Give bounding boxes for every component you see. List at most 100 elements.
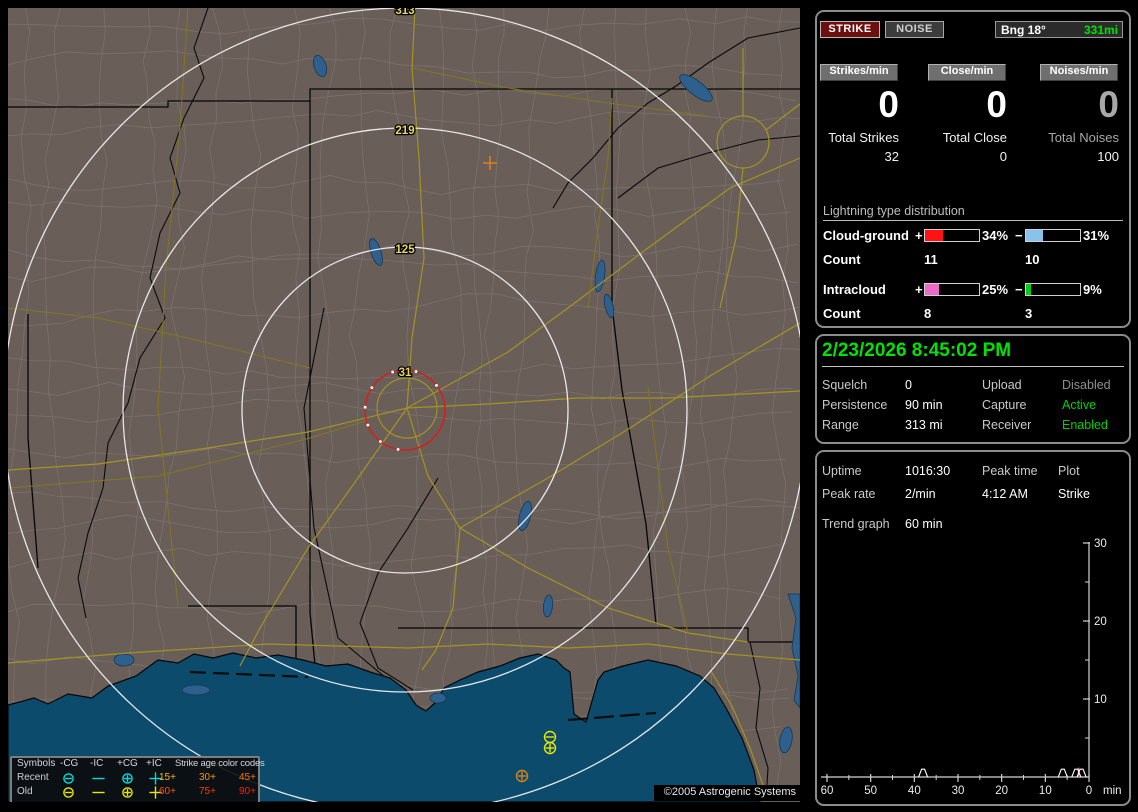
trend-graph-label: Trend graph [822,517,890,531]
noises-per-min-value: 0 [1098,84,1119,125]
total-strikes-label: Total Strikes [828,130,899,145]
peak-rate-value: 2/min [905,487,936,501]
old-pos-cg-icon [121,786,134,799]
count-label: Count [823,306,861,321]
legend-old-label: Old [17,786,33,797]
range-ring-label-125: 125 [395,244,415,256]
plot-mode-value: Strike [1058,487,1090,501]
svg-text:0: 0 [1086,785,1092,797]
strike-stats-panel: STRIKE NOISE Bng 18° 331mi Strikes/min 0… [815,10,1131,328]
peak-time-value: 4:12 AM [982,487,1028,501]
old-neg-cg-icon [62,786,75,799]
peak-rate-label: Peak rate [822,487,876,501]
age-badge-90: 90+ [239,786,256,797]
persistence-value: 90 min [905,398,943,412]
trend-panel: Uptime 1016:30 Peak time Plot Peak rate … [815,450,1131,806]
persistence-label: Persistence [822,398,888,412]
map-canvas[interactable]: 313 219 125 31 Symbols -CG -IC +CG +IC Stri… [8,8,800,802]
capture-label: Capture [982,398,1027,412]
age-badge-60: 60+ [159,786,176,797]
age-badge-75: 75+ [199,786,216,797]
strikes-per-min-value: 0 [878,84,899,125]
lightning-map: 313 219 125 31 [8,8,800,802]
legend-header: Symbols -CG -IC +CG +IC Strike age color… [12,758,265,772]
intracloud-label: Intracloud [823,282,886,297]
total-noises-label: Total Noises [1048,130,1119,145]
range-ring-label-219: 219 [395,125,414,137]
pos-ic-count: 8 [924,306,932,321]
age-badge-45: 45+ [239,772,256,783]
svg-text:60: 60 [821,785,834,797]
legend-row-recent: Recent 15+ 30+ 45+ [12,772,258,786]
squelch-value: 0 [905,378,912,392]
legend-symbols-label: Symbols [17,758,56,769]
cloud-ground-count-row: Count 11 10 [817,252,1129,267]
svg-text:min: min [1103,785,1122,797]
cloud-ground-label: Cloud-ground [823,228,909,243]
legend-recent-label: Recent [17,772,49,783]
legend-col-pos-ic: +IC [146,758,162,769]
range-label: Range [822,418,859,432]
noise-button[interactable]: NOISE [885,21,944,38]
neg-ic-percent: 9% [1083,282,1102,297]
status-row-range: Range 313 mi Receiver Enabled [817,418,1129,433]
strikes-per-min-button[interactable]: Strikes/min [820,64,898,81]
trend-graph-window: 60 min [905,517,943,531]
age-badge-30: 30+ [199,772,216,783]
svg-text:30: 30 [952,785,965,797]
svg-text:20: 20 [1094,616,1107,628]
legend-col-neg-ic: -IC [90,758,104,769]
bearing-distance: 331mi [1083,23,1118,37]
pos-cg-bar [924,229,980,242]
neg-cg-percent: 31% [1083,228,1110,243]
legend-col-neg-cg: -CG [60,758,79,769]
svg-text:20: 20 [995,785,1008,797]
status-row-squelch: Squelch 0 Upload Disabled [817,378,1129,393]
neg-ic-count: 3 [1025,306,1033,321]
range-ring-label-313: 313 [395,8,414,17]
squelch-label: Squelch [822,378,868,392]
total-noises-value: 100 [1097,149,1119,164]
intracloud-row: Intracloud + 25% − 9% [817,282,1129,297]
noises-per-min-button[interactable]: Noises/min [1040,64,1118,81]
noises-rate-column: Noises/min 0 Total Noises 100 [1037,62,1119,182]
status-row-persistence: Persistence 90 min Capture Active [817,398,1129,413]
peak-rate-row: Peak rate 2/min 4:12 AM Strike [817,487,1129,502]
strikes-rate-column: Strikes/min 0 Total Strikes 32 [817,62,899,182]
upload-status: Disabled [1062,378,1111,392]
pos-ic-percent: 25% [982,282,1009,297]
bearing-label: Bng 18° [1001,23,1046,37]
range-ring-label-31: 31 [399,367,412,379]
legend-row-old: Old 60+ 75+ 90+ [12,786,258,800]
neg-cg-count: 10 [1025,252,1040,267]
copyright-text: ©2005 Astrogenic Systems [653,785,800,801]
close-per-min-button[interactable]: Close/min [928,64,1006,81]
strike-button[interactable]: STRIKE [820,21,880,38]
age-badge-15: 15+ [159,772,176,783]
old-neg-ic-icon [92,786,105,799]
close-rate-column: Close/min 0 Total Close 0 [925,62,1007,182]
svg-text:30: 30 [1094,538,1107,550]
count-label: Count [823,252,861,267]
recent-pos-cg-icon [121,772,134,785]
map-legend: Symbols -CG -IC +CG +IC Strike age color… [10,756,265,802]
legend-col-pos-cg: +CG [117,758,138,769]
receiver-label: Receiver [982,418,1032,432]
receiver-status: Enabled [1062,418,1108,432]
bearing-readout: Bng 18° 331mi [995,21,1123,38]
application-window: 313 219 125 31 Symbols -CG -IC +CG +IC Stri… [0,0,1138,812]
minus-sign: − [1015,282,1023,297]
uptime-label: Uptime [822,464,862,478]
cloud-ground-row: Cloud-ground + 34% − 31% [817,228,1129,243]
recent-neg-cg-icon [62,772,75,785]
trend-graph-row: Trend graph 60 min [817,517,1129,532]
datetime-divider [822,366,1124,367]
svg-text:50: 50 [864,785,877,797]
plus-sign: + [915,282,923,297]
svg-text:40: 40 [908,785,921,797]
pos-cg-count: 11 [924,252,938,267]
strike-symbol-cg-pos [515,769,529,783]
plus-sign: + [915,228,923,243]
minus-sign: − [1015,228,1023,243]
total-strikes-value: 32 [884,149,899,164]
